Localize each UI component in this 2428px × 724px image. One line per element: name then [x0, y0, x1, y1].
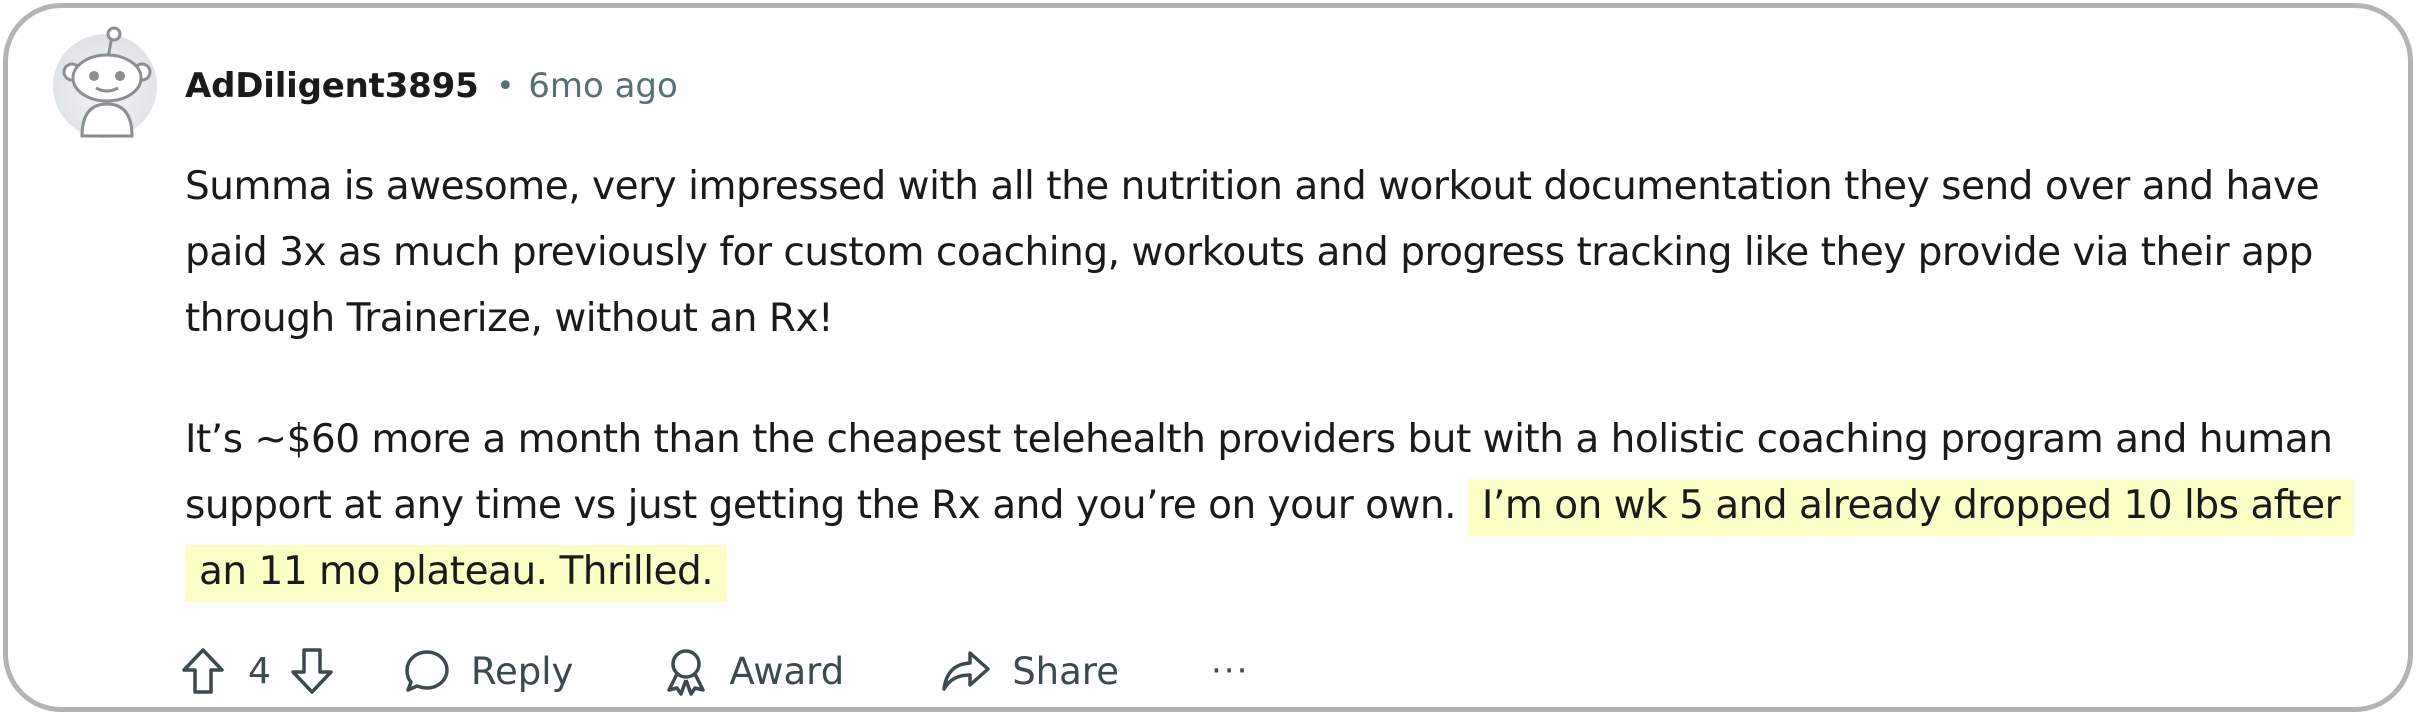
- separator-dot: •: [496, 68, 515, 104]
- timestamp[interactable]: 6mo ago: [528, 66, 678, 106]
- ellipsis-icon: ···: [1210, 651, 1250, 691]
- avatar[interactable]: [50, 24, 160, 140]
- share-button[interactable]: Share: [940, 647, 1119, 695]
- comment-header: AdDiligent3895 • 6mo ago: [185, 62, 678, 110]
- comment-card: AdDiligent3895 • 6mo ago Summa is awesom…: [3, 3, 2413, 712]
- downvote-button[interactable]: [289, 646, 335, 696]
- comment-actions: 4 Reply Award Share ···: [180, 638, 1249, 704]
- arrow-up-icon: [182, 648, 224, 694]
- upvote-button[interactable]: [180, 646, 226, 696]
- award-ribbon-icon: [667, 649, 706, 696]
- comment-body: Summa is awesome, very impressed with al…: [185, 154, 2365, 605]
- speech-bubble-icon: [405, 650, 449, 692]
- comment-paragraph-2: It’s ~$60 more a month than the cheapest…: [185, 407, 2365, 605]
- share-arrow-icon: [942, 651, 990, 691]
- award-button[interactable]: Award: [663, 646, 844, 696]
- reply-button[interactable]: Reply: [403, 647, 573, 695]
- share-label: Share: [1012, 649, 1119, 693]
- more-options-button[interactable]: ···: [1211, 651, 1249, 691]
- award-label: Award: [729, 649, 845, 693]
- reply-label: Reply: [470, 649, 574, 693]
- username[interactable]: AdDiligent3895: [185, 66, 479, 106]
- vote-count: 4: [248, 650, 271, 692]
- reddit-snoo-avatar-icon: [53, 26, 157, 138]
- arrow-down-icon: [291, 648, 333, 694]
- comment-paragraph-1: Summa is awesome, very impressed with al…: [185, 164, 2320, 341]
